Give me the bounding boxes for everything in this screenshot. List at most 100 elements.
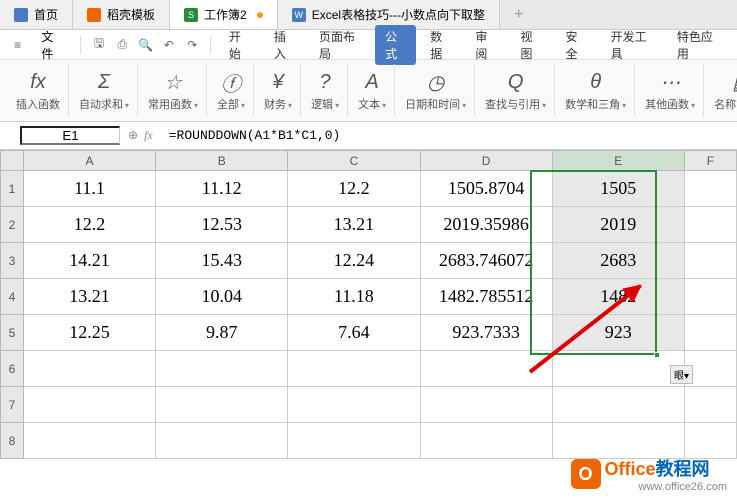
- cell[interactable]: [552, 351, 684, 387]
- tab-home[interactable]: 首页: [0, 0, 73, 29]
- row-header[interactable]: 2: [1, 207, 24, 243]
- cell[interactable]: 12.24: [288, 243, 420, 279]
- formula-input[interactable]: =ROUNDDOWN(A1*B1*C1,0): [161, 128, 737, 143]
- cell[interactable]: 923.7333: [420, 315, 552, 351]
- menu-icon[interactable]: ≡: [8, 34, 27, 56]
- cell[interactable]: 15.43: [156, 243, 288, 279]
- name-box[interactable]: [20, 126, 120, 145]
- menu-special[interactable]: 特色应用: [667, 28, 729, 62]
- cell[interactable]: 12.25: [23, 315, 155, 351]
- col-header-c[interactable]: C: [288, 151, 420, 171]
- ribbon-other[interactable]: ⋯其他函数▾: [637, 64, 704, 117]
- ribbon-math[interactable]: θ数学和三角▾: [557, 64, 635, 117]
- cell[interactable]: 9.87: [156, 315, 288, 351]
- cell[interactable]: 13.21: [288, 207, 420, 243]
- cell[interactable]: 2683.746072: [420, 243, 552, 279]
- tab-workbook[interactable]: S 工作簿2: [170, 0, 278, 29]
- cell[interactable]: [684, 243, 736, 279]
- menu-devtools[interactable]: 开发工具: [601, 28, 663, 62]
- row-header[interactable]: 1: [1, 171, 24, 207]
- menu-review[interactable]: 审阅: [465, 28, 506, 62]
- ribbon-logic[interactable]: ?逻辑▾: [303, 64, 348, 117]
- ribbon-text[interactable]: A文本▾: [350, 64, 395, 117]
- menu-start[interactable]: 开始: [219, 28, 260, 62]
- cell[interactable]: [684, 279, 736, 315]
- save-icon[interactable]: 🖫: [89, 34, 108, 56]
- cell[interactable]: 12.53: [156, 207, 288, 243]
- row-header[interactable]: 4: [1, 279, 24, 315]
- col-header-e[interactable]: E: [552, 151, 684, 171]
- cell[interactable]: [23, 351, 155, 387]
- select-all-corner[interactable]: [1, 151, 24, 171]
- cell[interactable]: 11.12: [156, 171, 288, 207]
- row-header[interactable]: 8: [1, 423, 24, 459]
- ribbon-insert-function[interactable]: fx插入函数: [8, 64, 69, 117]
- cell[interactable]: 12.2: [23, 207, 155, 243]
- col-header-d[interactable]: D: [420, 151, 552, 171]
- menu-layout[interactable]: 页面布局: [309, 28, 371, 62]
- row-header[interactable]: 7: [1, 387, 24, 423]
- ribbon-finance[interactable]: ¥财务▾: [256, 64, 301, 117]
- cell[interactable]: [684, 387, 736, 423]
- menu-data[interactable]: 数据: [420, 28, 461, 62]
- cell[interactable]: [23, 423, 155, 459]
- tab-template[interactable]: 稻壳模板: [73, 0, 170, 29]
- cell[interactable]: [684, 423, 736, 459]
- cell[interactable]: 14.21: [23, 243, 155, 279]
- cell[interactable]: [288, 423, 420, 459]
- cell[interactable]: 11.18: [288, 279, 420, 315]
- cell[interactable]: 2683: [552, 243, 684, 279]
- autofill-options-button[interactable]: 眼▾: [670, 365, 693, 384]
- zoom-icon[interactable]: ⊕: [128, 128, 138, 143]
- cell[interactable]: [23, 387, 155, 423]
- menu-insert[interactable]: 插入: [264, 28, 305, 62]
- ribbon-autosum[interactable]: Σ自动求和▾: [71, 64, 138, 117]
- cell[interactable]: [156, 387, 288, 423]
- cell[interactable]: [552, 423, 684, 459]
- cell[interactable]: [684, 315, 736, 351]
- cell[interactable]: [156, 351, 288, 387]
- fx-icon[interactable]: fx: [144, 128, 153, 143]
- ribbon-lookup[interactable]: Q查找与引用▾: [477, 64, 555, 117]
- row-header[interactable]: 3: [1, 243, 24, 279]
- cell[interactable]: 7.64: [288, 315, 420, 351]
- cell[interactable]: [552, 387, 684, 423]
- cell[interactable]: [156, 423, 288, 459]
- menu-formula[interactable]: 公式: [375, 25, 416, 65]
- cell[interactable]: [420, 423, 552, 459]
- cell[interactable]: [288, 351, 420, 387]
- ribbon-name-manager[interactable]: ▦名称管理器: [706, 64, 737, 117]
- cell[interactable]: 923: [552, 315, 684, 351]
- ribbon-all[interactable]: ⓕ全部▾: [209, 64, 254, 117]
- col-header-b[interactable]: B: [156, 151, 288, 171]
- cell[interactable]: 2019: [552, 207, 684, 243]
- cell[interactable]: [684, 171, 736, 207]
- menu-view[interactable]: 视图: [510, 28, 551, 62]
- cell[interactable]: 10.04: [156, 279, 288, 315]
- print-icon[interactable]: ⎙: [113, 34, 132, 56]
- cell[interactable]: [288, 387, 420, 423]
- cell[interactable]: 1482.785512: [420, 279, 552, 315]
- cell[interactable]: [684, 207, 736, 243]
- row-header[interactable]: 5: [1, 315, 24, 351]
- menu-security[interactable]: 安全: [556, 28, 597, 62]
- cell[interactable]: 11.1: [23, 171, 155, 207]
- redo-icon[interactable]: ↷: [183, 34, 202, 56]
- fill-handle[interactable]: [654, 352, 660, 358]
- cell[interactable]: 1482: [552, 279, 684, 315]
- cell[interactable]: 13.21: [23, 279, 155, 315]
- col-header-a[interactable]: A: [23, 151, 155, 171]
- preview-icon[interactable]: 🔍: [136, 34, 155, 56]
- cell[interactable]: 1505: [552, 171, 684, 207]
- cell[interactable]: 2019.35986: [420, 207, 552, 243]
- row-header[interactable]: 6: [1, 351, 24, 387]
- ribbon-datetime[interactable]: ◷日期和时间▾: [397, 64, 475, 117]
- cell[interactable]: 12.2: [288, 171, 420, 207]
- ribbon-common[interactable]: ☆常用函数▾: [140, 64, 207, 117]
- file-menu[interactable]: 文件: [31, 28, 72, 62]
- col-header-f[interactable]: F: [684, 151, 736, 171]
- cell[interactable]: [420, 387, 552, 423]
- cell[interactable]: 1505.8704: [420, 171, 552, 207]
- add-tab-button[interactable]: +: [500, 0, 537, 29]
- undo-icon[interactable]: ↶: [159, 34, 178, 56]
